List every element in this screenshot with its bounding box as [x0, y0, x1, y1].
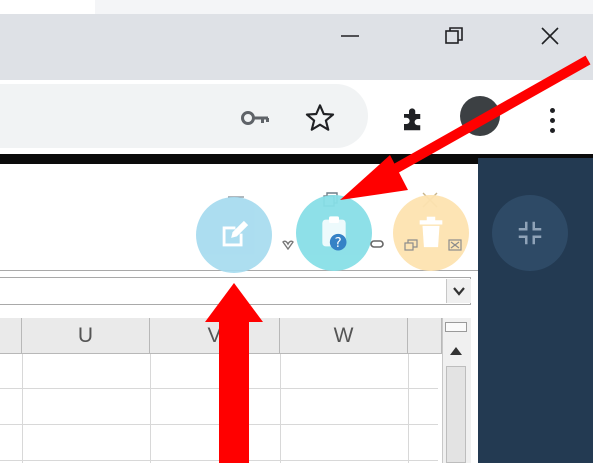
red-arrow-vertical	[205, 283, 263, 463]
red-arrow-diagonal	[340, 55, 591, 200]
annotation-arrows	[205, 55, 591, 463]
